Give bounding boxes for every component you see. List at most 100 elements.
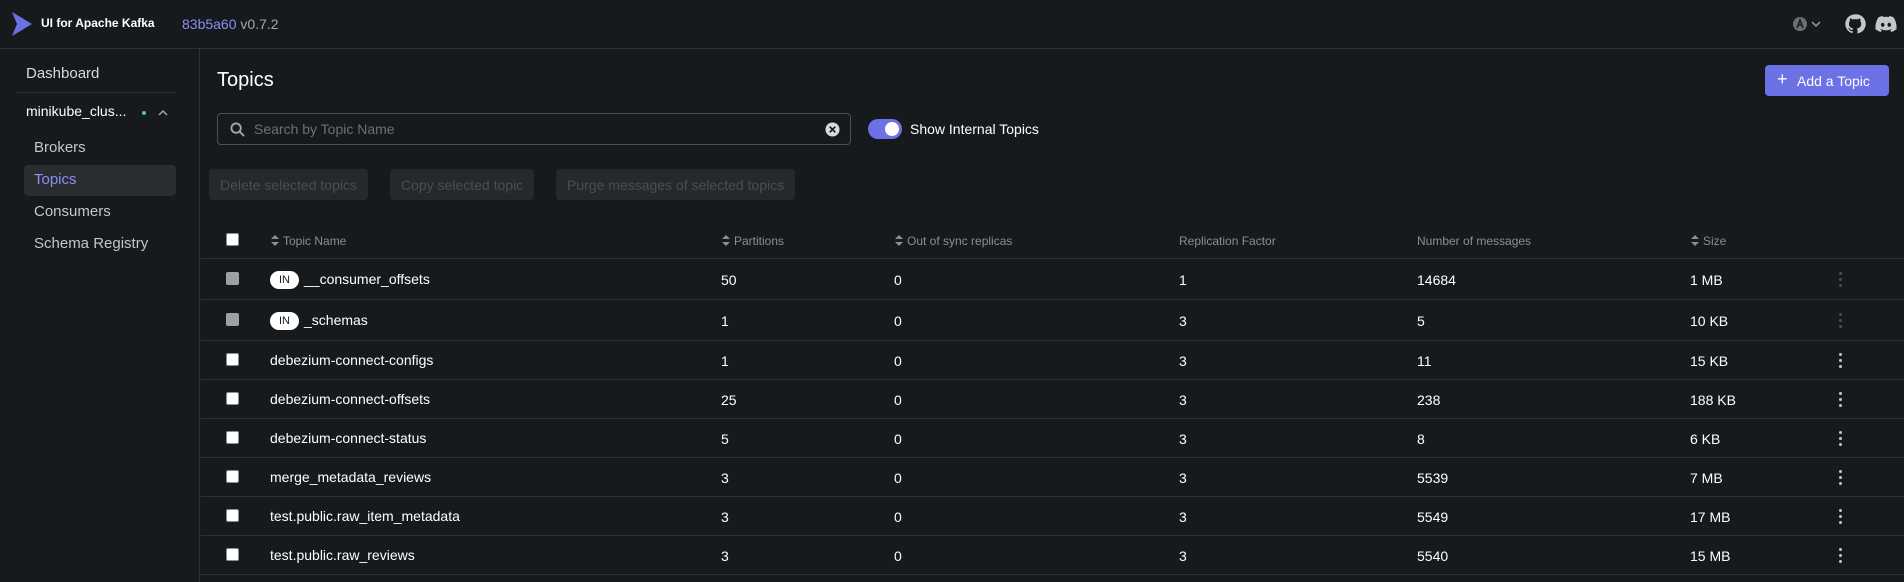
messages-cell: 14684 xyxy=(1417,272,1456,288)
column-replication-factor: Replication Factor xyxy=(1179,234,1276,248)
version-label: v0.7.2 xyxy=(240,16,279,32)
top-nav: UI for Apache Kafka 83b5a60 v0.7.2 xyxy=(0,0,1904,49)
topic-name-link[interactable]: _schemas xyxy=(304,312,368,328)
replication-factor-cell: 3 xyxy=(1179,431,1187,447)
replication-factor-cell: 3 xyxy=(1179,392,1187,408)
partitions-cell: 3 xyxy=(721,509,729,525)
messages-cell: 5 xyxy=(1417,313,1425,329)
table-row[interactable]: merge_metadata_reviews 3 0 3 5539 7 MB xyxy=(201,458,1904,497)
chevron-down-icon[interactable] xyxy=(1810,12,1822,36)
row-checkbox[interactable] xyxy=(226,470,239,483)
out-of-sync-cell: 0 xyxy=(894,548,902,564)
column-partitions[interactable]: Partitions xyxy=(721,234,784,248)
clear-search-icon[interactable] xyxy=(825,122,840,137)
row-checkbox[interactable] xyxy=(226,431,239,444)
select-all-checkbox[interactable] xyxy=(226,233,239,246)
cluster-toggle[interactable]: minikube_clus... xyxy=(26,103,176,127)
row-actions-menu-icon[interactable] xyxy=(1839,431,1843,449)
topic-name-link[interactable]: test.public.raw_item_metadata xyxy=(270,508,460,524)
size-cell: 15 MB xyxy=(1690,548,1731,564)
topic-name-link[interactable]: test.public.raw_reviews xyxy=(270,547,415,563)
replication-factor-cell: 3 xyxy=(1179,353,1187,369)
sort-icon xyxy=(895,235,903,246)
search-box xyxy=(217,113,851,145)
out-of-sync-cell: 0 xyxy=(894,313,902,329)
messages-cell: 5549 xyxy=(1417,509,1449,525)
sidebar-item-consumers[interactable]: Consumers xyxy=(24,197,176,228)
version-info: 83b5a60 v0.7.2 xyxy=(182,16,279,32)
size-cell: 188 KB xyxy=(1690,392,1736,408)
row-actions-menu-icon xyxy=(1839,313,1843,331)
out-of-sync-cell: 0 xyxy=(894,470,902,486)
table-row[interactable]: test.public.raw_reviews 3 0 3 5540 15 MB xyxy=(201,536,1904,575)
topic-name-link[interactable]: merge_metadata_reviews xyxy=(270,469,431,485)
partitions-cell: 1 xyxy=(721,353,729,369)
row-checkbox[interactable] xyxy=(226,392,239,405)
partitions-cell: 3 xyxy=(721,548,729,564)
show-internal-topics-toggle[interactable] xyxy=(868,119,902,139)
app-title[interactable]: UI for Apache Kafka xyxy=(41,16,155,30)
replication-factor-cell: 3 xyxy=(1179,509,1187,525)
row-actions-menu-icon xyxy=(1839,272,1843,290)
messages-cell: 8 xyxy=(1417,431,1425,447)
table-row[interactable]: IN __consumer_offsets 50 0 1 14684 1 MB xyxy=(201,259,1904,300)
partitions-cell: 25 xyxy=(721,392,737,408)
out-of-sync-cell: 0 xyxy=(894,392,902,408)
column-topic-name[interactable]: Topic Name xyxy=(270,234,346,248)
github-icon[interactable] xyxy=(1844,12,1866,36)
purge-messages-button[interactable]: Purge messages of selected topics xyxy=(556,169,796,200)
messages-cell: 11 xyxy=(1417,353,1432,369)
plus-icon: + xyxy=(1777,69,1788,89)
table-row[interactable]: IN _schemas 1 0 3 5 10 KB xyxy=(201,300,1904,341)
row-checkbox[interactable] xyxy=(226,353,239,366)
kafka-logo-icon[interactable] xyxy=(10,12,34,36)
copy-selected-topic-button[interactable]: Copy selected topic xyxy=(390,169,535,200)
add-topic-button[interactable]: + Add a Topic xyxy=(1765,65,1889,96)
add-topic-label: Add a Topic xyxy=(1797,73,1870,89)
discord-icon[interactable] xyxy=(1874,12,1898,36)
user-avatar-icon[interactable] xyxy=(1792,12,1808,36)
table-header: Topic Name Partitions Out of sync replic… xyxy=(201,224,1904,259)
out-of-sync-cell: 0 xyxy=(894,353,902,369)
table-row[interactable]: debezium-connect-status 5 0 3 8 6 KB xyxy=(201,419,1904,458)
sidebar: Dashboard minikube_clus... Brokers Topic… xyxy=(0,49,200,582)
sidebar-item-schema-registry[interactable]: Schema Registry xyxy=(24,229,176,260)
row-actions-menu-icon[interactable] xyxy=(1839,548,1843,566)
partitions-cell: 3 xyxy=(721,470,729,486)
row-checkbox[interactable] xyxy=(226,548,239,561)
topic-name-link[interactable]: __consumer_offsets xyxy=(304,271,430,287)
sidebar-item-dashboard[interactable]: Dashboard xyxy=(26,65,99,82)
size-cell: 10 KB xyxy=(1690,313,1729,329)
messages-cell: 238 xyxy=(1417,392,1441,408)
partitions-cell: 1 xyxy=(721,313,729,329)
sidebar-item-brokers[interactable]: Brokers xyxy=(24,133,176,164)
topic-name-link[interactable]: debezium-connect-configs xyxy=(270,352,433,368)
commit-hash-link[interactable]: 83b5a60 xyxy=(182,16,237,32)
topic-name-link[interactable]: debezium-connect-status xyxy=(270,430,426,446)
row-checkbox[interactable] xyxy=(226,509,239,522)
replication-factor-cell: 3 xyxy=(1179,548,1187,564)
sort-icon xyxy=(271,235,279,246)
table-row[interactable]: debezium-connect-offsets 25 0 3 238 188 KB xyxy=(201,380,1904,419)
row-actions-menu-icon[interactable] xyxy=(1839,392,1843,410)
sort-icon xyxy=(1691,235,1699,246)
chevron-up-icon[interactable] xyxy=(157,107,169,119)
size-cell: 15 KB xyxy=(1690,353,1729,369)
row-checkbox xyxy=(226,272,239,285)
delete-selected-topics-button[interactable]: Delete selected topics xyxy=(209,169,368,200)
sidebar-divider xyxy=(16,92,176,93)
row-actions-menu-icon[interactable] xyxy=(1839,509,1843,527)
row-actions-menu-icon[interactable] xyxy=(1839,470,1843,488)
column-size[interactable]: Size xyxy=(1690,234,1726,248)
sidebar-item-topics[interactable]: Topics xyxy=(24,165,176,196)
partitions-cell: 5 xyxy=(721,431,729,447)
search-input[interactable] xyxy=(254,119,814,139)
cluster-name: minikube_clus... xyxy=(26,103,127,119)
table-row[interactable]: test.public.raw_item_metadata 3 0 3 5549 17 M… xyxy=(201,497,1904,536)
replication-factor-cell: 3 xyxy=(1179,470,1187,486)
show-internal-topics-label: Show Internal Topics xyxy=(910,121,1039,137)
topic-name-link[interactable]: debezium-connect-offsets xyxy=(270,391,430,407)
table-row[interactable]: debezium-connect-configs 1 0 3 11 15 KB xyxy=(201,341,1904,380)
column-out-of-sync-replicas[interactable]: Out of sync replicas xyxy=(894,234,1012,248)
row-actions-menu-icon[interactable] xyxy=(1839,353,1843,371)
